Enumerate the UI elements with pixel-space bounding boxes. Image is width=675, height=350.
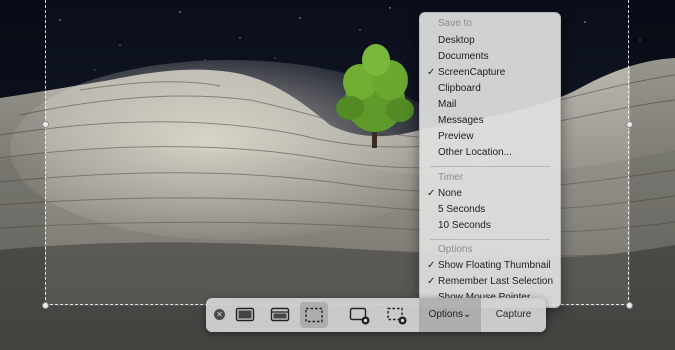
menu-item-timer-10-seconds[interactable]: 10 Seconds <box>424 218 556 234</box>
checkmark-icon: ✓ <box>427 67 436 78</box>
menu-section-header-options: Options <box>438 244 473 255</box>
menu-item-label: Clipboard <box>438 83 481 94</box>
record-entire-screen-button[interactable] <box>345 302 373 328</box>
options-button[interactable]: Options⌄ <box>419 298 481 332</box>
options-label: Options <box>428 309 464 320</box>
menu-item-label: Desktop <box>438 35 475 46</box>
menu-item-label: Other Location... <box>438 147 512 158</box>
record-selection-button[interactable] <box>382 302 410 328</box>
menu-item-label: 5 Seconds <box>438 204 486 215</box>
menu-section-header-save-to: Save to <box>438 18 472 29</box>
menu-item-screencapture[interactable]: ✓ ScreenCapture <box>424 65 556 81</box>
dimmed-region-left <box>0 0 45 350</box>
menu-item-documents[interactable]: Documents <box>424 49 556 65</box>
menu-item-label: Mail <box>438 99 457 110</box>
menu-item-mail[interactable]: Mail <box>424 97 556 113</box>
screenshot-toolbar: ✕ Options⌄ Capture <box>206 298 546 332</box>
checkmark-icon: ✓ <box>427 188 436 199</box>
menu-item-show-floating-thumbnail[interactable]: ✓ Show Floating Thumbnail <box>424 258 556 274</box>
menu-item-label: Preview <box>438 131 474 142</box>
capture-window-icon <box>270 307 290 322</box>
menu-separator <box>430 239 550 240</box>
menu-separator <box>430 166 550 167</box>
menu-item-label: Messages <box>438 115 484 126</box>
checkmark-icon: ✓ <box>427 276 436 287</box>
selection-handle-left[interactable] <box>42 121 49 128</box>
menu-item-label: 10 Seconds <box>438 220 491 231</box>
record-entire-screen-icon <box>349 307 370 325</box>
dimmed-region-right <box>630 0 675 306</box>
menu-item-remember-last-selection[interactable]: ✓ Remember Last Selection <box>424 274 556 290</box>
menu-item-timer-5-seconds[interactable]: 5 Seconds <box>424 202 556 218</box>
menu-item-label: Show Floating Thumbnail <box>438 260 551 271</box>
menu-item-label: ScreenCapture <box>438 67 506 78</box>
chevron-down-icon: ⌄ <box>463 309 472 320</box>
close-icon[interactable]: ✕ <box>214 309 225 320</box>
capture-selection-button[interactable] <box>300 302 328 328</box>
menu-item-preview[interactable]: Preview <box>424 129 556 145</box>
capture-button[interactable]: Capture <box>481 298 546 332</box>
menu-item-clipboard[interactable]: Clipboard <box>424 81 556 97</box>
menu-item-other-location[interactable]: Other Location... <box>424 145 556 161</box>
menu-item-desktop[interactable]: Desktop <box>424 33 556 49</box>
record-selection-icon <box>387 307 407 325</box>
capture-window-button[interactable] <box>266 302 294 328</box>
selection-handle-bottom-left[interactable] <box>42 302 49 309</box>
menu-section-header-timer: Timer <box>438 172 464 183</box>
menu-item-timer-none[interactable]: ✓ None <box>424 186 556 202</box>
selection-handle-right[interactable] <box>626 121 633 128</box>
checkmark-icon: ✓ <box>427 260 436 271</box>
capture-entire-screen-button[interactable] <box>231 302 259 328</box>
menu-item-label: Documents <box>438 51 489 62</box>
menu-item-messages[interactable]: Messages <box>424 113 556 129</box>
capture-selection-icon <box>305 307 323 323</box>
menu-item-label: None <box>438 188 462 199</box>
capture-entire-screen-icon <box>235 307 255 322</box>
menu-item-label: Remember Last Selection <box>438 276 554 287</box>
selection-handle-bottom-right[interactable] <box>626 302 633 309</box>
options-menu: Save to Desktop Documents ✓ ScreenCapture… <box>419 12 561 308</box>
